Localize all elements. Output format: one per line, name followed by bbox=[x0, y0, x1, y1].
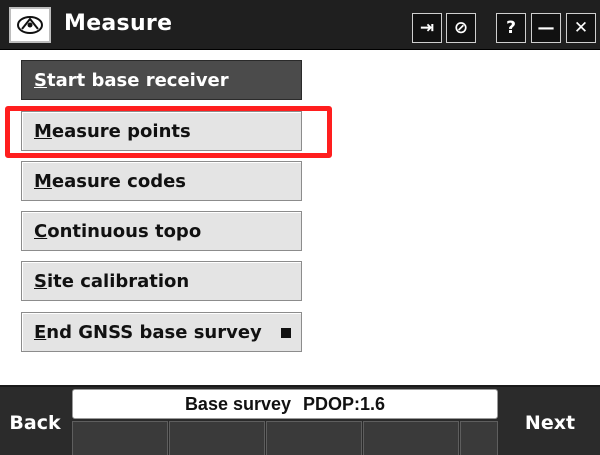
hotkey-letter: S bbox=[34, 270, 47, 292]
title-bar: Measure ⇥ ⊘ ? — ✕ bbox=[0, 0, 600, 50]
no-entry-icon[interactable]: ⊘ bbox=[446, 13, 476, 43]
help-icon[interactable]: ? bbox=[496, 13, 526, 43]
hotkey-letter: S bbox=[34, 69, 47, 91]
softkey-slot[interactable] bbox=[266, 421, 362, 455]
softkey-cells bbox=[72, 421, 498, 455]
button-label: easure codes bbox=[51, 170, 186, 192]
measure-codes-button[interactable]: Measure codes bbox=[21, 161, 302, 201]
running-indicator-icon bbox=[281, 328, 291, 338]
end-gnss-base-survey-button[interactable]: End GNSS base survey bbox=[21, 312, 302, 352]
button-label: ontinuous topo bbox=[47, 220, 202, 242]
button-label: tart base receiver bbox=[46, 69, 229, 91]
button-label: nd GNSS base survey bbox=[46, 321, 262, 343]
next-label: Next bbox=[524, 412, 576, 434]
button-label: ite calibration bbox=[46, 270, 190, 292]
hotkey-letter: M bbox=[34, 120, 52, 142]
enter-arrow-icon[interactable]: ⇥ bbox=[412, 13, 442, 43]
pdop-value: PDOP:1.6 bbox=[303, 393, 386, 414]
measure-points-button[interactable]: Measure points bbox=[21, 111, 302, 151]
hotkey-letter: C bbox=[34, 220, 48, 242]
status-bar: Base survey PDOP:1.6 bbox=[72, 389, 498, 419]
status-label: Base survey bbox=[184, 393, 292, 414]
site-calibration-button[interactable]: Site calibration bbox=[21, 261, 302, 301]
softkey-slot[interactable] bbox=[363, 421, 459, 455]
app-logo-icon[interactable] bbox=[9, 7, 51, 43]
back-label: Back bbox=[9, 412, 61, 434]
hotkey-letter: M bbox=[34, 170, 52, 192]
measure-menu: Start base receiver Measure points Measu… bbox=[0, 50, 600, 388]
softkey-slot[interactable] bbox=[460, 421, 498, 455]
minimize-icon[interactable]: — bbox=[531, 13, 561, 43]
window-title: Measure bbox=[64, 11, 173, 36]
hotkey-letter: E bbox=[34, 321, 47, 343]
next-button[interactable]: Next bbox=[500, 389, 600, 455]
close-icon[interactable]: ✕ bbox=[566, 13, 596, 43]
softkey-bar: Back Base survey PDOP:1.6 Next bbox=[0, 385, 600, 455]
start-base-receiver-button[interactable]: Start base receiver bbox=[21, 60, 302, 100]
softkey-slot[interactable] bbox=[169, 421, 265, 455]
continuous-topo-button[interactable]: Continuous topo bbox=[21, 211, 302, 251]
softkey-slot[interactable] bbox=[72, 421, 168, 455]
back-button[interactable]: Back bbox=[0, 389, 70, 455]
button-label: easure points bbox=[51, 120, 191, 142]
